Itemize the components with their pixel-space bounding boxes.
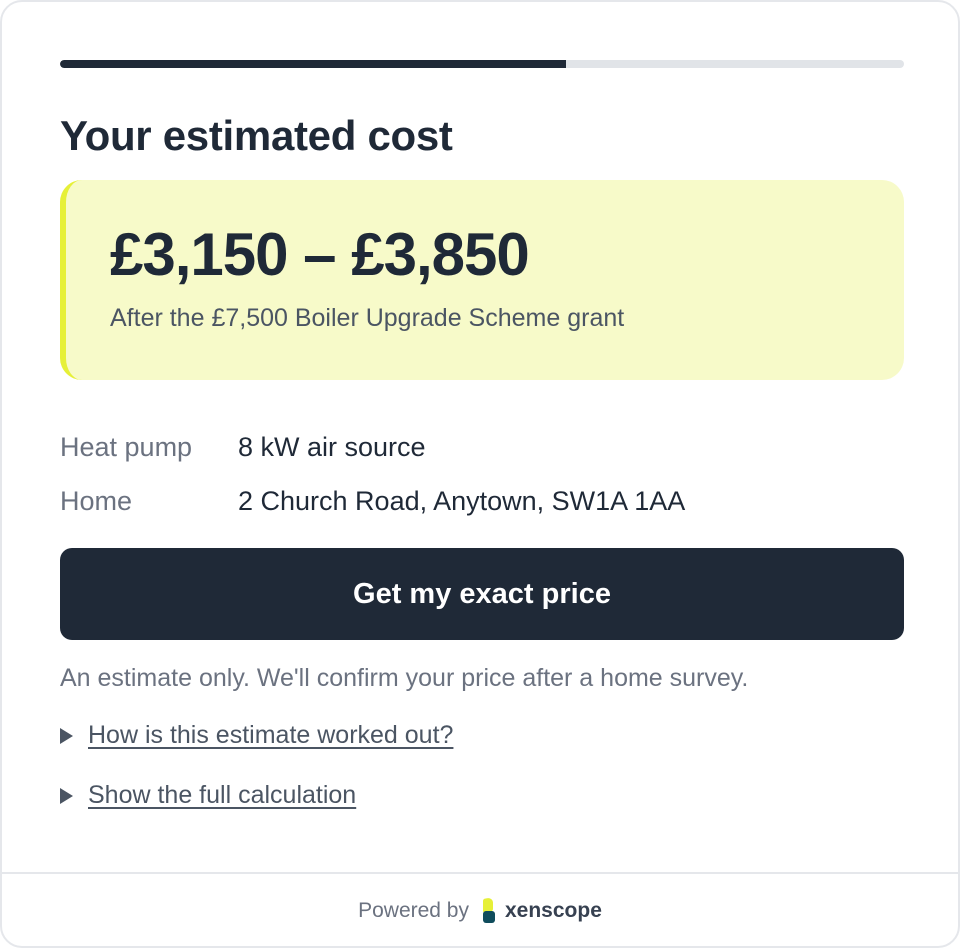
powered-by-text: Powered by: [358, 899, 469, 922]
get-exact-price-button[interactable]: Get my exact price: [60, 548, 904, 640]
detail-row-home: Home 2 Church Road, Anytown, SW1A 1AA: [60, 474, 904, 528]
estimate-card: Your estimated cost £3,150 – £3,850 Afte…: [0, 0, 960, 948]
progress-fill: [60, 60, 567, 68]
price-highlight: £3,150 – £3,850 After the £7,500 Boiler …: [60, 180, 904, 380]
disclaimer-text: An estimate only. We'll confirm your pri…: [60, 664, 749, 692]
detail-label: Heat pump: [60, 431, 193, 462]
triangle-right-icon: [60, 727, 73, 744]
detail-value: 2 Church Road, Anytown, SW1A 1AA: [238, 485, 686, 516]
detail-value: 8 kW air source: [238, 431, 426, 462]
footer: Powered by xenscope: [2, 872, 958, 946]
details-list: Heat pump 8 kW air source Home 2 Church …: [60, 420, 904, 528]
progress-bar: [60, 60, 904, 68]
disclosure-how-estimate[interactable]: How is this estimate worked out?: [60, 721, 453, 750]
disclosure-label[interactable]: Show the full calculation: [88, 781, 356, 810]
triangle-right-icon: [60, 787, 73, 804]
xenscope-logo-icon: [481, 896, 497, 924]
brand-name: xenscope: [505, 899, 602, 922]
grant-note: After the £7,500 Boiler Upgrade Scheme g…: [110, 304, 625, 332]
detail-label: Home: [60, 485, 133, 516]
disclosure-full-calculation[interactable]: Show the full calculation: [60, 781, 356, 810]
disclosure-label[interactable]: How is this estimate worked out?: [88, 721, 453, 750]
detail-row-heat-pump: Heat pump 8 kW air source: [60, 420, 904, 474]
page-title: Your estimated cost: [60, 112, 453, 159]
price-range: £3,150 – £3,850: [110, 221, 530, 288]
